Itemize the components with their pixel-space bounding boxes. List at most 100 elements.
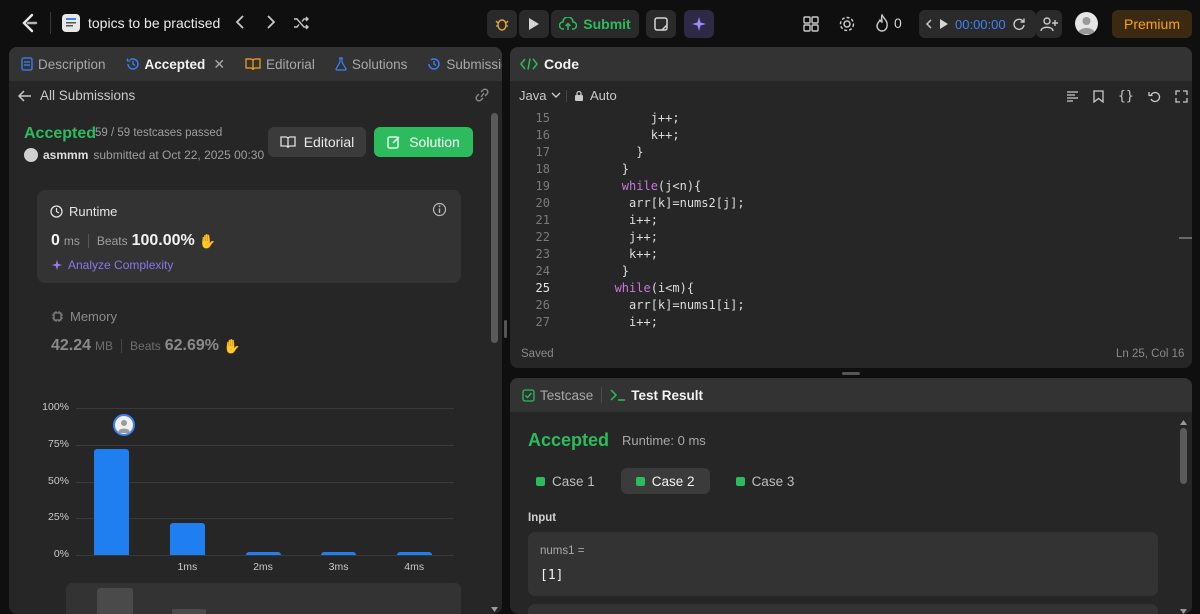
- tab-solutions[interactable]: Solutions: [335, 57, 407, 72]
- scroll-up-icon[interactable]: [1180, 414, 1187, 429]
- info-icon[interactable]: [432, 202, 447, 220]
- play-icon[interactable]: [939, 18, 949, 30]
- code-token: arr[k]=nums2[j];: [629, 196, 745, 210]
- bug-icon: [495, 19, 509, 31]
- runtime-card[interactable]: Runtime 0 ms Beats 100.00% ✋ Analyze Com…: [37, 190, 461, 283]
- add-user-icon: [1040, 17, 1058, 32]
- tab-submissions[interactable]: Submissions: [427, 57, 502, 72]
- mode-label: Auto: [590, 88, 617, 103]
- resize-handle[interactable]: [504, 320, 507, 338]
- submitter-name[interactable]: asmmm: [43, 148, 88, 162]
- leetcode-logo-icon[interactable]: [20, 13, 40, 33]
- case-tab-1[interactable]: Case 1: [528, 468, 603, 494]
- editorial-button[interactable]: Editorial: [268, 127, 366, 157]
- line-number: 16: [535, 128, 550, 142]
- language-select[interactable]: Java: [519, 88, 561, 103]
- ai-assist-button[interactable]: [684, 10, 714, 38]
- code-panel-title: Code: [544, 56, 579, 72]
- scrollbar-thumb[interactable]: [1180, 428, 1187, 484]
- reset-icon[interactable]: [1012, 17, 1026, 31]
- back-to-submissions[interactable]: All Submissions: [18, 88, 135, 103]
- gridline: [76, 481, 454, 483]
- code-token: i++;: [629, 315, 658, 329]
- undo-icon[interactable]: [1148, 90, 1161, 103]
- tab-accepted[interactable]: Accepted ✕: [126, 56, 225, 73]
- note-button[interactable]: [646, 10, 676, 38]
- problem-list-title[interactable]: topics to be practised: [88, 15, 220, 31]
- input-label: Input: [528, 512, 557, 524]
- y-tick-label: 25%: [47, 511, 69, 524]
- case-tabs: Case 1 Case 2 Case 3: [528, 468, 802, 494]
- add-user-button[interactable]: [1036, 10, 1062, 38]
- code-token: j++;: [629, 230, 658, 244]
- chart-bar[interactable]: [321, 552, 357, 555]
- case-tab-3[interactable]: Case 3: [728, 468, 803, 494]
- edit-icon: [387, 136, 400, 149]
- analyze-complexity-link[interactable]: Analyze Complexity: [51, 258, 173, 272]
- layout-icon[interactable]: [803, 16, 819, 35]
- check-icon: [536, 476, 545, 486]
- list-icon[interactable]: [62, 14, 80, 32]
- check-icon: [635, 476, 645, 486]
- gear-icon[interactable]: [838, 15, 856, 36]
- top-bar: topics to be practised Submit 0 00:00:00: [0, 0, 1200, 46]
- premium-button[interactable]: Premium: [1112, 10, 1192, 38]
- your-position-avatar[interactable]: [113, 414, 135, 436]
- tab-editorial[interactable]: Editorial: [245, 57, 315, 72]
- resize-handle[interactable]: [842, 372, 860, 375]
- chart-bar[interactable]: [94, 449, 130, 555]
- gridline: [76, 408, 454, 409]
- chevron-left-icon[interactable]: [234, 12, 246, 37]
- chart-bar[interactable]: [169, 522, 205, 555]
- case-tab-2[interactable]: Case 2: [620, 468, 710, 494]
- divider: [50, 12, 51, 34]
- avatar[interactable]: [1075, 12, 1098, 35]
- close-icon[interactable]: ✕: [213, 56, 225, 73]
- streak-counter[interactable]: 0: [875, 14, 902, 32]
- code-line: 24 }: [510, 263, 1180, 280]
- checkbox-icon: [522, 388, 535, 402]
- editor-scroll-marker: [1179, 237, 1192, 239]
- shuffle-icon[interactable]: [293, 15, 309, 34]
- chart-bar[interactable]: [245, 552, 281, 555]
- chevron-left-icon[interactable]: [925, 18, 933, 30]
- format-icon[interactable]: [1066, 90, 1079, 103]
- code-editor[interactable]: 15 j++; 16 k++; 17 } 18 } 19 while(j<n){20 a…: [510, 110, 1180, 331]
- debug-button[interactable]: [487, 10, 517, 38]
- tab-testcase[interactable]: Testcase: [522, 388, 593, 403]
- scroll-down-icon[interactable]: [491, 602, 498, 612]
- test-result-panel: Testcase Test Result Accepted Runtime: 0…: [510, 378, 1192, 614]
- sparkle-icon: [692, 17, 706, 31]
- cursor-position: Ln 25, Col 16: [1116, 348, 1185, 360]
- code-token: (i<m){: [650, 281, 695, 295]
- memory-stats[interactable]: 42.24 MB Beats 62.69% ✋: [51, 337, 240, 355]
- chevron-right-icon[interactable]: [265, 12, 277, 37]
- auto-mode[interactable]: Auto: [574, 88, 617, 103]
- chart-bar[interactable]: [396, 552, 432, 555]
- timer-widget[interactable]: 00:00:00: [919, 10, 1036, 38]
- solution-button[interactable]: Solution: [374, 127, 473, 157]
- bookmark-icon[interactable]: [1093, 90, 1104, 103]
- tab-test-result-label: Test Result: [631, 387, 704, 403]
- x-tick-label: 4ms: [404, 561, 425, 573]
- code-line: 23 k++;: [510, 246, 1180, 263]
- run-button[interactable]: [519, 10, 549, 38]
- code-preview-card[interactable]: [66, 583, 461, 614]
- x-tick-label: 1ms: [177, 561, 198, 573]
- scrollbar-thumb[interactable]: [491, 113, 498, 343]
- braces-icon[interactable]: {}: [1118, 89, 1134, 104]
- tab-description[interactable]: Description: [21, 57, 106, 72]
- submit-button[interactable]: Submit: [551, 10, 639, 38]
- scroll-down-icon[interactable]: [1180, 603, 1187, 614]
- share-link-icon[interactable]: [474, 88, 490, 105]
- tab-test-result[interactable]: Test Result: [610, 388, 703, 403]
- input-box[interactable]: nums1 = [1]: [528, 532, 1158, 596]
- expand-icon[interactable]: [1175, 90, 1188, 103]
- gridline: [76, 444, 454, 446]
- code-line: 19 while(j<n){: [510, 178, 1180, 195]
- code-line: 21 i++;: [510, 212, 1180, 229]
